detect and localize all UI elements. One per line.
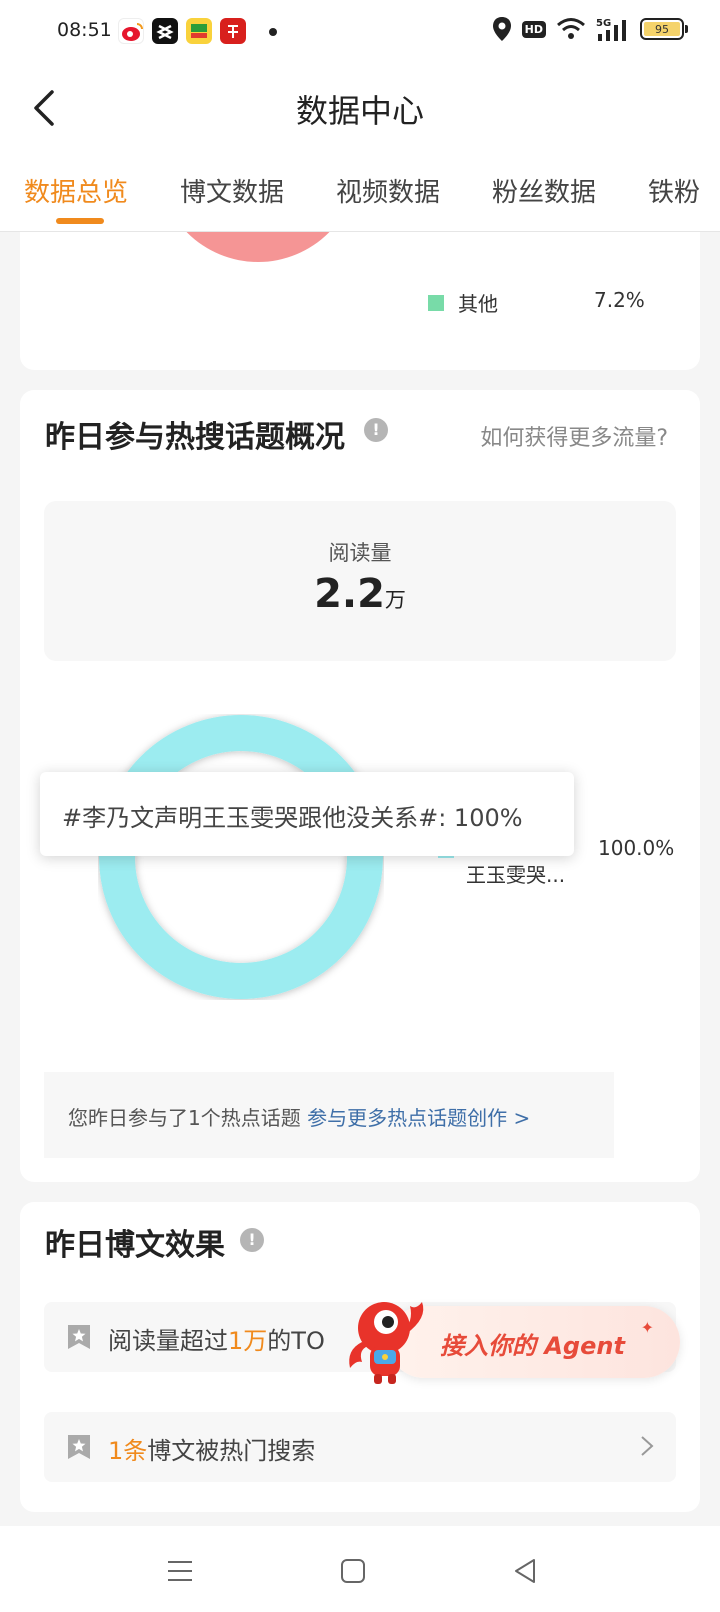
bookmark-star-icon [68,1435,90,1459]
wifi-icon [557,18,585,39]
lobster-mascot-icon[interactable] [344,1288,436,1388]
tab-bar: 数据总览 博文数据 视频数据 粉丝数据 铁粉 [0,152,720,232]
tab-fan-data[interactable]: 粉丝数据 [492,172,596,209]
capcut-icon [152,18,178,44]
status-bar: 08:51 HD 5G 95 [0,0,720,62]
agent-banner-label: 接入你的 Agent [440,1332,625,1360]
topic-donut-chart[interactable] [98,714,384,1000]
menu-icon[interactable] [165,1556,195,1586]
page-title: 数据中心 [295,92,424,130]
section-title: 昨日博文效果 [45,1228,225,1263]
tab-post-data[interactable]: 博文数据 [180,172,284,209]
more-traffic-link[interactable]: 如何获得更多流量? [480,420,668,452]
legend-percent: 7.2% [594,288,645,312]
chevron-right-icon [641,1436,654,1456]
legend-topic-percent: 100.0% [598,836,675,860]
read-count-value: 2.2万 [314,571,406,617]
effect-text: 1条博文被热门搜索 [108,1437,316,1465]
topic-footer-text: 您昨日参与了1个热点话题 参与更多热点话题创作 > [68,1106,531,1130]
system-nav-bar [0,1526,720,1612]
info-icon[interactable]: ! [240,1228,264,1252]
section-title: 昨日参与热搜话题概况 [45,420,345,455]
legend-swatch [428,294,444,311]
read-count-label: 阅读量 [328,541,392,565]
donut-slice-0[interactable] [99,715,383,999]
yellow-app-icon [186,18,212,44]
app-header: 数据中心 [0,62,720,152]
bookmark-star-icon [68,1325,90,1349]
topic-footer: 您昨日参与了1个热点话题 参与更多热点话题创作 > [44,1072,614,1158]
svg-text:5G: 5G [596,18,611,29]
hot-topics-card: 昨日参与热搜话题概况 ! 如何获得更多流量? 阅读量 2.2万 王玉雯哭... … [20,390,700,1182]
effect-row-hot-search[interactable]: 1条博文被热门搜索 [44,1412,676,1482]
location-icon [492,17,511,41]
more-topics-link[interactable]: 参与更多热点话题创作 > [307,1106,530,1130]
active-tab-indicator [56,218,104,224]
tab-overview[interactable]: 数据总览 [24,172,128,209]
hd-icon: HD [521,20,546,38]
pie-slice-fragment [158,232,358,262]
chart-tooltip: #李乃文声明王玉雯哭跟他没关系#: 100% [40,772,574,856]
read-count-box: 阅读量 2.2万 [44,501,676,661]
legend-item-other: 其他 [428,288,498,317]
info-icon[interactable]: ! [364,418,388,442]
legend-label: 其他 [458,292,498,316]
sparkle-icon: ✦ [640,1318,654,1337]
notification-dot [269,28,277,36]
battery-icon: 95 [640,18,688,40]
tab-iron-fans[interactable]: 铁粉 [648,172,700,209]
signal-5g-icon: 5G [596,18,626,41]
tab-video-data[interactable]: 视频数据 [336,172,440,209]
weibo-icon [118,18,144,44]
home-icon[interactable] [338,1556,368,1586]
red-app-icon [220,18,246,44]
effect-text: 阅读量超过1万的TO [108,1327,325,1355]
status-time: 08:51 [57,19,112,41]
back-triangle-icon[interactable] [510,1556,540,1586]
source-distribution-card: 其他 7.2% [20,232,700,370]
